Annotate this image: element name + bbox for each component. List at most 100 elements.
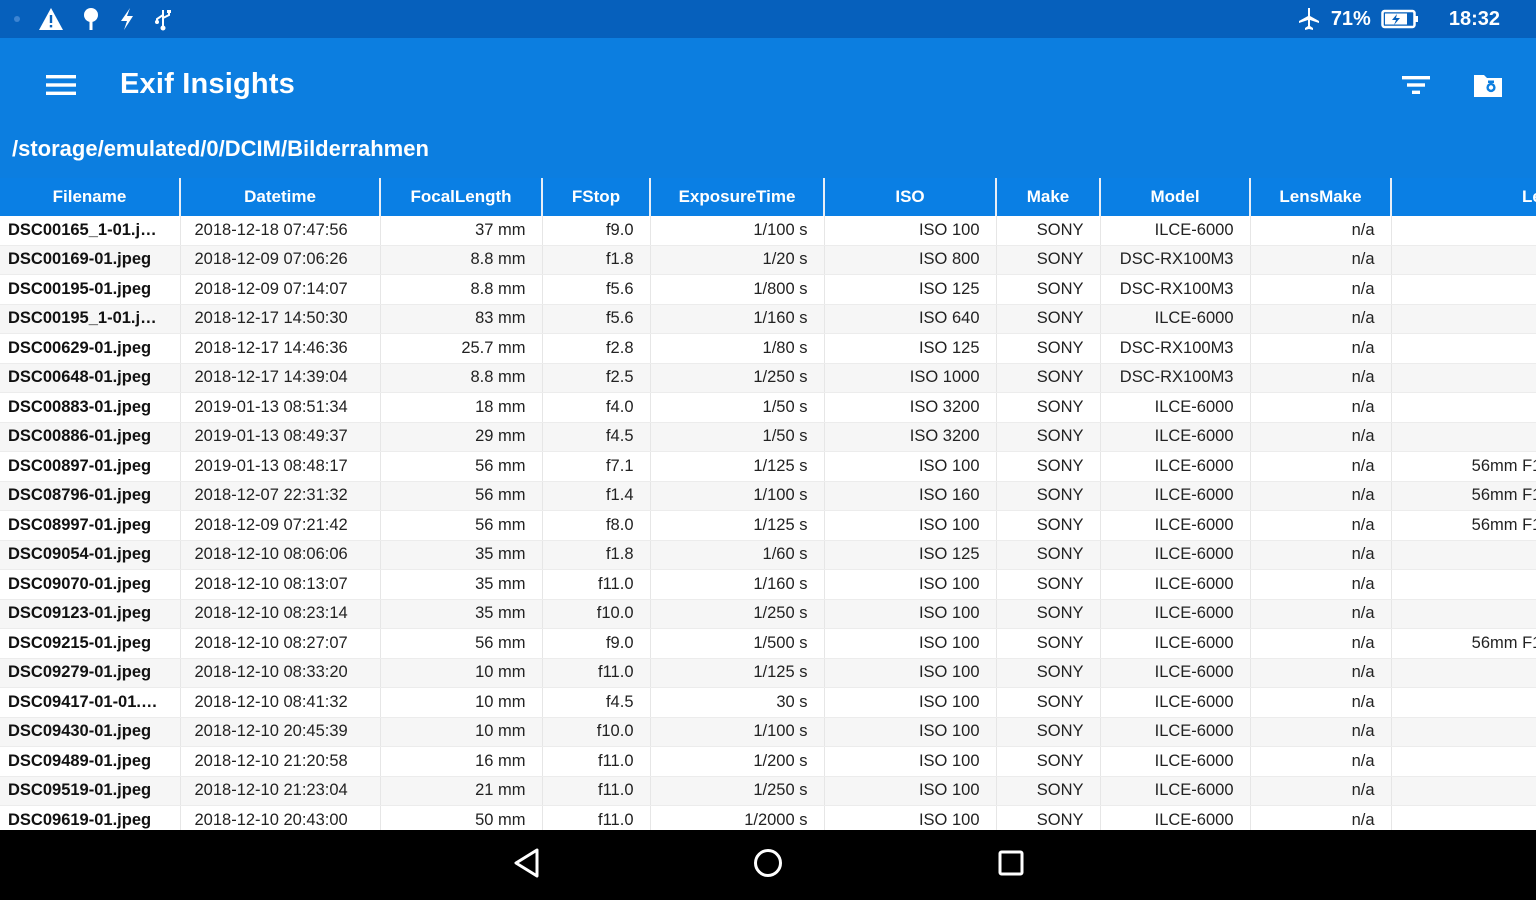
column-header-exposure-time[interactable]: ExposureTime — [650, 178, 825, 216]
cell-iso: ISO 100 — [824, 746, 997, 777]
battery-charging-icon — [1381, 8, 1419, 30]
table-row[interactable]: DSC00195_1-01.j… 2018-12-17 14:50:30 83 mm… — [0, 304, 1536, 334]
cell-make: SONY — [996, 363, 1101, 393]
table-row[interactable]: DSC00897-01.jpeg 2019-01-13 08:48:17 56 mm… — [0, 451, 1536, 482]
table-row[interactable]: DSC00195-01.jpeg 2018-12-09 07:14:07 8.8 m… — [0, 274, 1536, 305]
table-row[interactable]: DSC00165_1-01.j… 2018-12-18 07:47:56 37 mm… — [0, 216, 1536, 246]
back-button[interactable] — [502, 842, 552, 888]
column-header-fstop[interactable]: FStop — [542, 178, 651, 216]
cell-make: SONY — [996, 717, 1101, 747]
cell-exposure-time: 1/100 s — [650, 216, 825, 246]
cell-fstop: f1.8 — [542, 245, 651, 275]
recents-icon — [996, 848, 1026, 883]
cell-lens-make: n/a — [1250, 599, 1392, 629]
cell-lens-make: n/a — [1250, 717, 1392, 747]
cell-make: SONY — [996, 245, 1101, 275]
cell-datetime: 2018-12-10 08:27:07 — [180, 628, 381, 659]
table-row[interactable]: DSC09489-01.jpeg 2018-12-10 21:20:58 16 mm… — [0, 746, 1536, 777]
cell-fstop: f9.0 — [542, 628, 651, 659]
table-row[interactable]: DSC09619-01.jpeg 2018-12-10 20:43:00 50 mm… — [0, 805, 1536, 830]
navigation-bar — [0, 830, 1536, 900]
cell-lens-make: n/a — [1250, 245, 1392, 275]
cell-model: DSC-RX100M3 — [1100, 333, 1251, 364]
column-header-make[interactable]: Make — [996, 178, 1101, 216]
airplane-mode-icon — [1295, 6, 1321, 32]
cell-filename: DSC09054-01.jpeg — [0, 540, 181, 570]
cell-focal-length: 18 mm — [380, 392, 543, 423]
table-header-row: Filename Datetime FocalLength FStop Expo… — [0, 178, 1536, 216]
column-header-filename[interactable]: Filename — [0, 178, 181, 216]
flash-icon — [118, 7, 136, 31]
column-header-datetime[interactable]: Datetime — [180, 178, 381, 216]
table-row[interactable]: DSC09519-01.jpeg 2018-12-10 21:23:04 21 mm… — [0, 776, 1536, 806]
cell-datetime: 2018-12-17 14:39:04 — [180, 363, 381, 393]
cell-iso: ISO 160 — [824, 481, 997, 511]
cell-datetime: 2018-12-10 20:43:00 — [180, 805, 381, 830]
cell-datetime: 2018-12-07 22:31:32 — [180, 481, 381, 511]
table-row[interactable]: DSC09215-01.jpeg 2018-12-10 08:27:07 56 mm… — [0, 628, 1536, 659]
cell-lens — [1391, 687, 1536, 718]
cell-fstop: f4.5 — [542, 422, 651, 452]
table-row[interactable]: DSC00883-01.jpeg 2019-01-13 08:51:34 18 mm… — [0, 392, 1536, 423]
filter-button[interactable] — [1394, 66, 1438, 108]
status-bar-left-icons — [14, 0, 172, 38]
status-bar: 71% 18:32 — [0, 0, 1536, 38]
table-row[interactable]: DSC00648-01.jpeg 2018-12-17 14:39:04 8.8 m… — [0, 363, 1536, 393]
recents-button[interactable] — [986, 842, 1036, 888]
home-button[interactable] — [743, 842, 793, 888]
cell-model: ILCE-6000 — [1100, 776, 1251, 806]
cell-model: ILCE-6000 — [1100, 805, 1251, 830]
cell-fstop: f11.0 — [542, 805, 651, 830]
column-header-focal-length[interactable]: FocalLength — [380, 178, 543, 216]
open-folder-button[interactable] — [1466, 66, 1510, 108]
cell-model: ILCE-6000 — [1100, 422, 1251, 452]
cell-exposure-time: 1/100 s — [650, 481, 825, 511]
table-row[interactable]: DSC08796-01.jpeg 2018-12-07 22:31:32 56 mm… — [0, 481, 1536, 511]
table-row[interactable]: DSC00629-01.jpeg 2018-12-17 14:46:36 25.7 … — [0, 333, 1536, 364]
table-row[interactable]: DSC09054-01.jpeg 2018-12-10 08:06:06 35 mm… — [0, 540, 1536, 570]
cell-filename: DSC09070-01.jpeg — [0, 569, 181, 600]
cell-filename: DSC00629-01.jpeg — [0, 333, 181, 364]
table-row[interactable]: DSC09417-01-01.… 2018-12-10 08:41:32 10 mm… — [0, 687, 1536, 718]
cell-focal-length: 35 mm — [380, 569, 543, 600]
cell-fstop: f11.0 — [542, 569, 651, 600]
cell-filename: DSC00883-01.jpeg — [0, 392, 181, 423]
cell-datetime: 2018-12-09 07:21:42 — [180, 510, 381, 541]
cell-exposure-time: 1/125 s — [650, 451, 825, 482]
filter-icon — [1401, 73, 1431, 102]
folder-icon — [1472, 71, 1504, 104]
column-header-lens[interactable]: Len — [1391, 178, 1536, 216]
cell-fstop: f11.0 — [542, 746, 651, 777]
cell-iso: ISO 100 — [824, 805, 997, 830]
cell-exposure-time: 1/50 s — [650, 392, 825, 423]
cell-filename: DSC09619-01.jpeg — [0, 805, 181, 830]
cell-focal-length: 37 mm — [380, 216, 543, 246]
exif-table-container[interactable]: Filename Datetime FocalLength FStop Expo… — [0, 178, 1536, 830]
cell-lens-make: n/a — [1250, 540, 1392, 570]
table-row[interactable]: DSC09430-01.jpeg 2018-12-10 20:45:39 10 mm… — [0, 717, 1536, 747]
home-icon — [752, 847, 784, 884]
table-row[interactable]: DSC00169-01.jpeg 2018-12-09 07:06:26 8.8 m… — [0, 245, 1536, 275]
column-header-lens-make[interactable]: LensMake — [1250, 178, 1392, 216]
cell-make: SONY — [996, 569, 1101, 600]
cell-filename: DSC00195-01.jpeg — [0, 274, 181, 305]
menu-button[interactable] — [38, 66, 84, 108]
table-row[interactable]: DSC09123-01.jpeg 2018-12-10 08:23:14 35 mm… — [0, 599, 1536, 629]
table-row[interactable]: DSC08997-01.jpeg 2018-12-09 07:21:42 56 mm… — [0, 510, 1536, 541]
column-header-iso[interactable]: ISO — [824, 178, 997, 216]
column-header-model[interactable]: Model — [1100, 178, 1251, 216]
table-row[interactable]: DSC09279-01.jpeg 2018-12-10 08:33:20 10 mm… — [0, 658, 1536, 688]
cell-model: ILCE-6000 — [1100, 392, 1251, 423]
cell-model: ILCE-6000 — [1100, 216, 1251, 246]
cell-lens — [1391, 599, 1536, 629]
cell-focal-length: 35 mm — [380, 540, 543, 570]
cell-focal-length: 56 mm — [380, 510, 543, 541]
cell-lens — [1391, 274, 1536, 305]
table-row[interactable]: DSC00886-01.jpeg 2019-01-13 08:49:37 29 mm… — [0, 422, 1536, 452]
cell-model: ILCE-6000 — [1100, 304, 1251, 334]
cell-lens: E PZ — [1391, 746, 1536, 777]
cell-fstop: f2.5 — [542, 363, 651, 393]
cell-filename: DSC09123-01.jpeg — [0, 599, 181, 629]
table-row[interactable]: DSC09070-01.jpeg 2018-12-10 08:13:07 35 mm… — [0, 569, 1536, 600]
cell-datetime: 2018-12-10 08:06:06 — [180, 540, 381, 570]
